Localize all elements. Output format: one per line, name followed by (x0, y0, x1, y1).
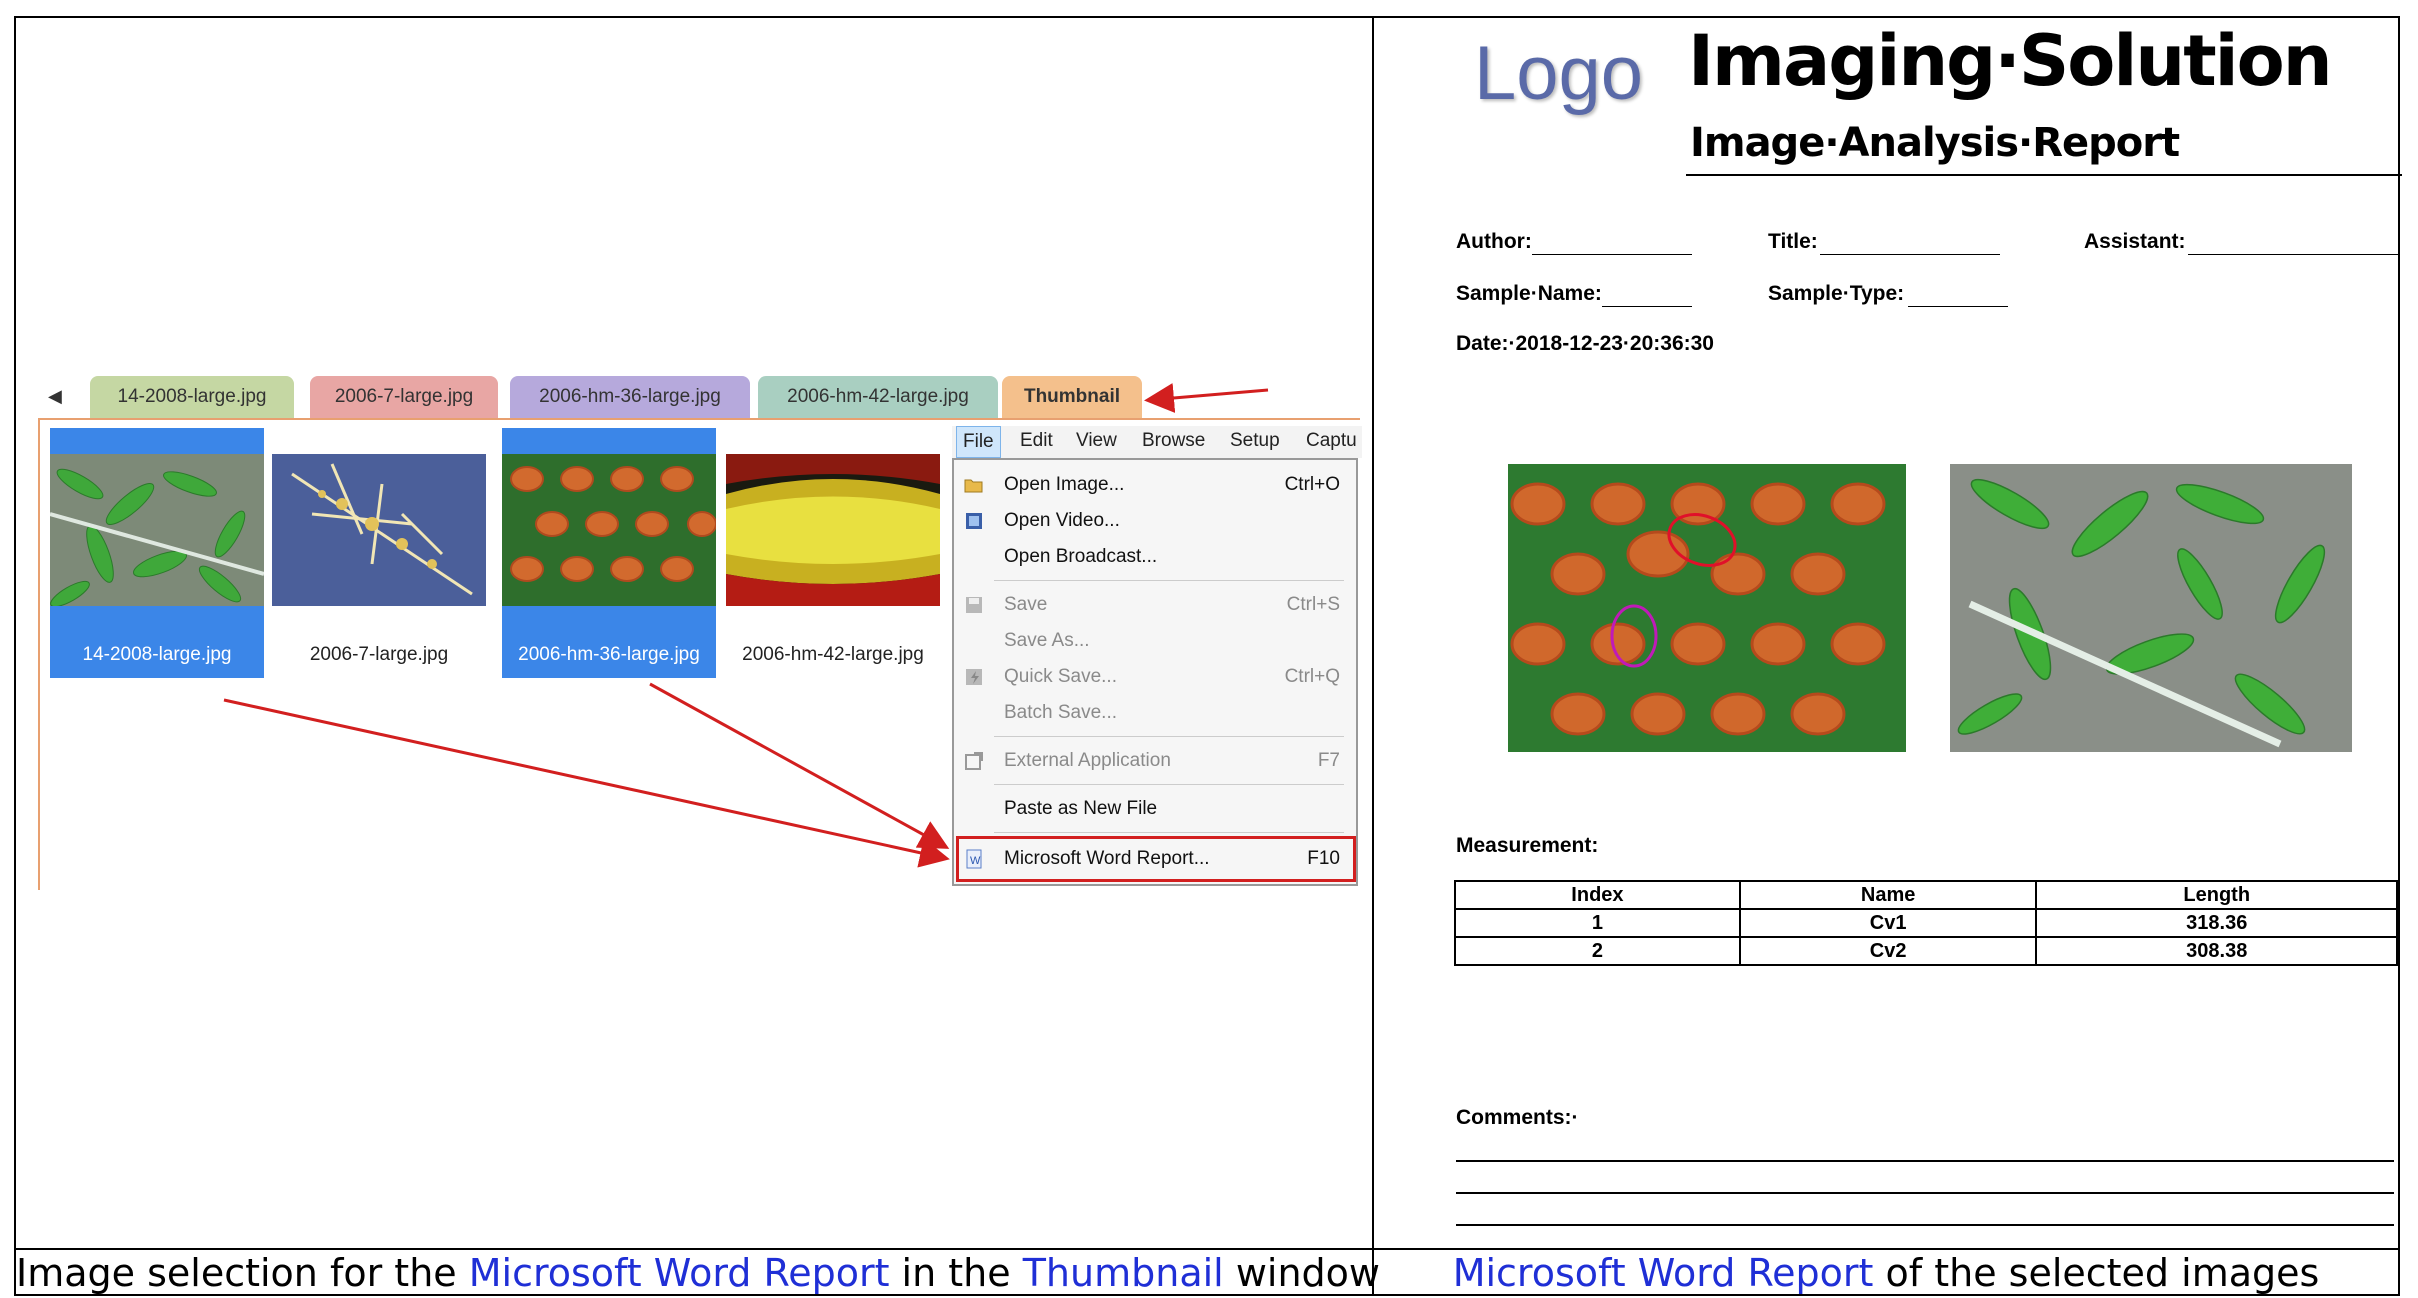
report-date: Date:·2018-12-23·20:36:30 (1456, 332, 1714, 355)
sample-name-label: Sample·Name: (1456, 282, 1602, 305)
table-cell: 308.38 (2035, 936, 2398, 966)
report-subtitle: Image·Analysis·Report (1690, 120, 2180, 166)
report-image-diatoms (1950, 464, 2352, 752)
author-field-line (1532, 254, 1692, 255)
report-title: Imaging·Solution (1688, 20, 2333, 102)
author-label: Author: (1456, 230, 1532, 253)
table-header-cell: Length (2035, 880, 2398, 910)
comments-label: Comments:· (1456, 1106, 1579, 1129)
table-header-row: Index Name Length (1454, 880, 2398, 910)
arrow-from-thumbnail-1 (223, 698, 950, 868)
title-label: Title: (1768, 230, 1818, 253)
report-image-tissue (1508, 464, 1906, 752)
comment-line (1456, 1160, 2394, 1162)
table-cell: Cv1 (1738, 908, 2038, 938)
left-caption: Image selection for the Microsoft Word R… (16, 1251, 1380, 1295)
table-header-cell: Name (1738, 880, 2038, 910)
title-field-line (1820, 254, 2000, 255)
table-cell: 1 (1454, 908, 1741, 938)
right-caption: Microsoft Word Report of the selected im… (1452, 1251, 2320, 1295)
arrow-to-thumbnail-tab (1144, 383, 1269, 413)
report-logo: Logo (1474, 31, 1644, 116)
measurement-table: Index Name Length 1 Cv1 318.36 2 Cv2 308… (1454, 880, 2398, 966)
sample-type-label: Sample·Type: (1768, 282, 1905, 305)
assistant-label: Assistant: (2084, 230, 2186, 253)
table-header-cell: Index (1454, 880, 1741, 910)
table-cell: 2 (1454, 936, 1741, 966)
assistant-field-line (2188, 254, 2400, 255)
table-cell: 318.36 (2035, 908, 2398, 938)
table-row: 2 Cv2 308.38 (1454, 936, 2398, 966)
comment-line (1456, 1224, 2394, 1226)
table-cell: Cv2 (1738, 936, 2038, 966)
table-row: 1 Cv1 318.36 (1454, 908, 2398, 938)
measurement-label: Measurement: (1456, 834, 1599, 857)
sample-name-field-line (1602, 306, 1692, 307)
arrow-from-thumbnail-3 (649, 682, 950, 849)
comment-line (1456, 1192, 2394, 1194)
sample-type-field-line (1908, 306, 2008, 307)
title-rule (1686, 174, 2402, 176)
